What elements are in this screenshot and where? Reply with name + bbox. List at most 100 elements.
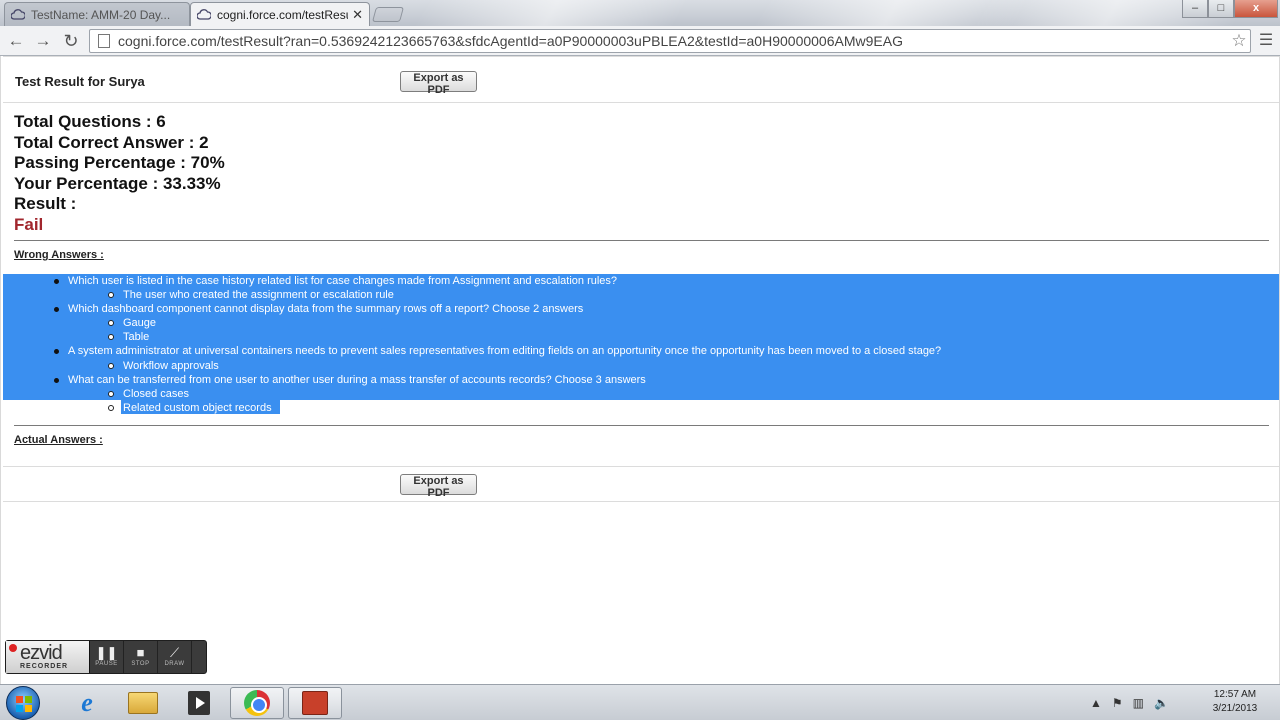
list-item: Closed cases (1, 387, 1277, 401)
reload-icon[interactable]: ↻ (60, 30, 82, 52)
result-stats: Total Questions : 6 Total Correct Answer… (14, 112, 225, 236)
browser-toolbar: ← → ↻ cogni.force.com/testResult?ran=0.5… (0, 26, 1280, 56)
screen-recorder-widget: ezvid RECORDER ❚❚ PAUSE ■ STOP ⟋ DRAW (5, 640, 207, 674)
taskbar-chrome[interactable] (230, 687, 284, 719)
answer-text: Workflow approvals (123, 359, 219, 372)
list-item: What can be transferred from one user to… (1, 373, 1277, 387)
internet-explorer-icon: e (81, 688, 93, 717)
tab-title: cogni.force.com/testResu (217, 7, 349, 22)
divider (14, 425, 1269, 426)
close-tab-icon[interactable]: ✕ (352, 7, 363, 23)
list-item: Which dashboard component cannot display… (1, 302, 1277, 316)
answer-text: The user who created the assignment or e… (123, 289, 394, 302)
stop-label: STOP (131, 661, 150, 667)
page-content: Test Result for Surya Export as PDF Tota… (0, 56, 1280, 684)
stop-button[interactable]: ■ STOP (124, 641, 158, 673)
bullet-icon (54, 279, 59, 284)
total-questions: Total Questions : 6 (14, 112, 166, 131)
address-bar[interactable]: cogni.force.com/testResult?ran=0.5369242… (89, 29, 1251, 53)
browser-tab-strip: TestName: AMM-20 Day... cogni.force.com/… (0, 0, 1280, 26)
bullet-icon (108, 320, 114, 327)
draw-label: DRAW (164, 661, 185, 667)
taskbar-ie[interactable]: e (60, 687, 114, 719)
draw-button[interactable]: ⟋ DRAW (158, 641, 192, 673)
cloud-icon (11, 8, 25, 20)
menu-icon[interactable]: ☰ (1256, 30, 1276, 52)
answer-text: Gauge (123, 317, 157, 330)
question-text: What can be transferred from one user to… (68, 373, 646, 386)
pause-icon: ❚❚ (95, 645, 118, 660)
tab-title: TestName: AMM-20 Day... (31, 7, 171, 22)
result-label: Result : (14, 194, 77, 214)
start-button[interactable] (6, 686, 40, 720)
pencil-icon: ⟋ (169, 645, 180, 660)
answer-text: Closed cases (123, 387, 190, 400)
recorder-logo: ezvid RECORDER (6, 641, 90, 673)
bullet-icon (54, 377, 59, 383)
divider (3, 501, 1279, 502)
clock-time: 12:57 AM (1213, 689, 1257, 700)
list-item: Gauge (1, 316, 1277, 330)
taskbar-recorder[interactable] (288, 687, 342, 719)
minimize-button[interactable]: – (1182, 0, 1208, 18)
forward-arrow-icon[interactable]: → (32, 30, 54, 52)
network-icon[interactable]: ▥ (1133, 696, 1144, 710)
action-center-flag-icon[interactable]: ⚑ (1112, 696, 1123, 710)
maximize-button[interactable]: □ (1208, 0, 1234, 18)
export-pdf-button-bottom[interactable]: Export as PDF (400, 474, 477, 499)
list-item: Which user is listed in the case history… (1, 274, 1277, 288)
close-window-button[interactable]: x (1234, 0, 1278, 18)
divider (14, 240, 1269, 241)
recorder-app-icon (302, 691, 328, 715)
result-value: Fail (14, 214, 44, 234)
recorder-sub: RECORDER (20, 663, 69, 670)
export-pdf-button[interactable]: Export as PDF (400, 71, 477, 96)
bullet-icon (108, 404, 114, 411)
recorder-brand: ezvid (20, 642, 63, 664)
question-text: A system administrator at universal cont… (68, 345, 942, 358)
bullet-icon (54, 349, 59, 355)
bullet-icon (108, 362, 114, 369)
decor-streak (405, 0, 695, 26)
list-item: Table (1, 330, 1277, 344)
record-dot-icon (9, 644, 17, 652)
wrong-answers-heading: Wrong Answers : (14, 249, 104, 261)
question-text: Which dashboard component cannot display… (68, 303, 584, 316)
bullet-icon (108, 390, 114, 397)
bullet-icon (108, 292, 114, 299)
divider (3, 56, 1279, 57)
wrong-answers-list: Which user is listed in the case history… (1, 274, 1277, 415)
stop-icon: ■ (136, 645, 145, 660)
tab-test-result[interactable]: cogni.force.com/testResu ✕ (190, 2, 370, 26)
question-text: Which user is listed in the case history… (68, 275, 618, 287)
divider (3, 102, 1279, 103)
tray-expand-icon[interactable]: ▲ (1090, 696, 1102, 710)
bullet-icon (108, 334, 114, 341)
your-percentage: Your Percentage : 33.33% (14, 173, 221, 193)
volume-icon[interactable]: 🔈 (1154, 696, 1169, 710)
actual-answers-heading: Actual Answers : (14, 434, 103, 446)
pause-button[interactable]: ❚❚ PAUSE (90, 641, 124, 673)
taskbar-explorer[interactable] (116, 687, 170, 719)
taskbar: e ▲ ⚑ ▥ 🔈 12:57 AM 3/21/2013 (0, 684, 1280, 720)
folder-icon (128, 692, 158, 714)
tab-test-name[interactable]: TestName: AMM-20 Day... (4, 2, 190, 26)
answer-text: Table (123, 331, 150, 344)
page-icon (98, 34, 110, 48)
clock-date: 3/21/2013 (1212, 703, 1258, 714)
list-item: Related custom object records (1, 401, 1277, 415)
taskbar-media-player[interactable] (172, 687, 226, 719)
new-tab-button[interactable] (371, 7, 405, 22)
cloud-icon (197, 8, 211, 20)
list-item: Workflow approvals (1, 359, 1277, 373)
list-item: The user who created the assignment or e… (1, 288, 1277, 302)
url-text[interactable]: cogni.force.com/testResult?ran=0.5369242… (118, 33, 1228, 49)
page-title: Test Result for Surya (15, 74, 145, 89)
passing-percentage: Passing Percentage : 70% (14, 153, 225, 173)
windows-logo-icon (16, 696, 32, 712)
bookmark-star-icon[interactable]: ☆ (1228, 31, 1250, 51)
system-clock[interactable]: 12:57 AM 3/21/2013 (1200, 688, 1270, 716)
system-tray: ▲ ⚑ ▥ 🔈 (1090, 685, 1169, 720)
back-arrow-icon[interactable]: ← (5, 30, 27, 52)
total-correct: Total Correct Answer : 2 (14, 132, 209, 152)
